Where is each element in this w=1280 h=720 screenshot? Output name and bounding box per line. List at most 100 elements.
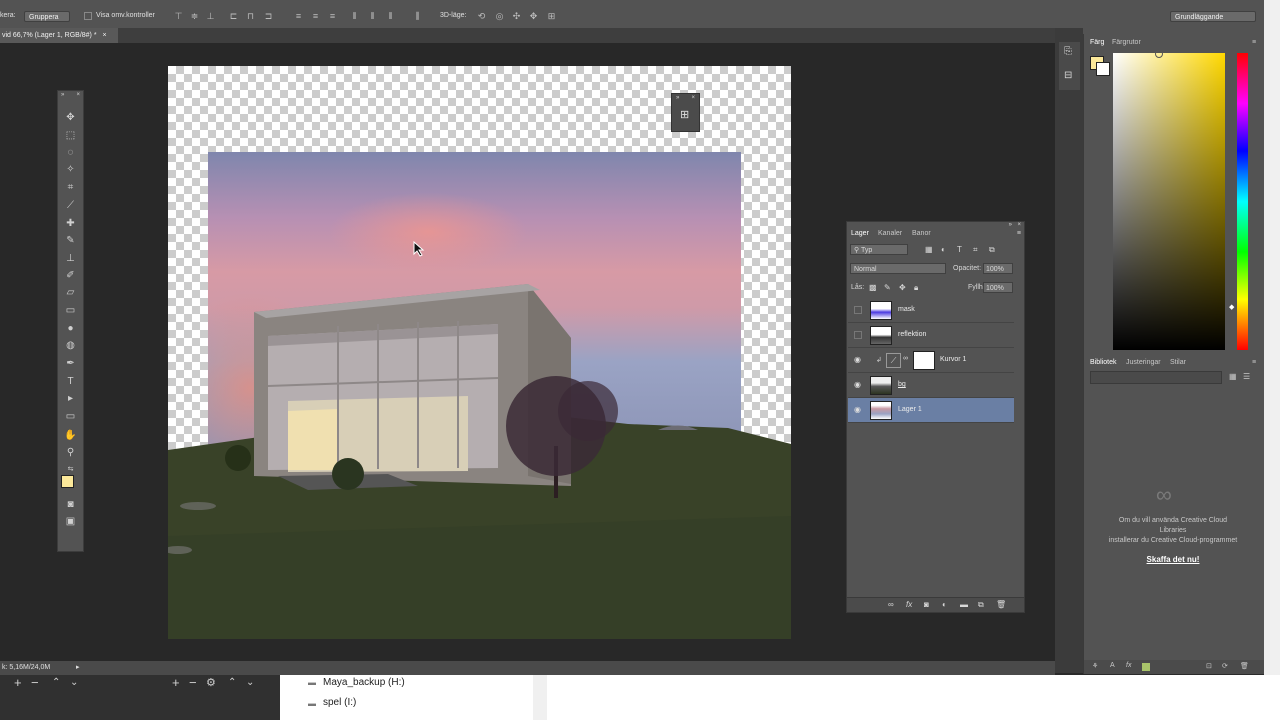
3d-scale-icon[interactable]: ⊞	[547, 12, 556, 21]
new-group-icon[interactable]: ▬	[960, 600, 968, 609]
rectangle-tool-icon[interactable]: ▭	[63, 410, 78, 424]
eye-icon[interactable]: ◉	[854, 406, 862, 414]
scrollbar[interactable]	[533, 675, 547, 720]
hand-tool-icon[interactable]: ✋	[63, 429, 78, 443]
quick-mask-icon[interactable]: ◙	[63, 498, 78, 512]
new-layer-icon[interactable]: ⧉	[978, 600, 984, 610]
add-character-style-icon[interactable]: A	[1110, 662, 1115, 669]
widget-collapse-icon[interactable]: »	[676, 95, 679, 101]
eye-icon[interactable]: ◉	[854, 381, 862, 389]
lock-pixels-icon[interactable]: ✎	[884, 283, 891, 292]
dodge-tool-icon[interactable]: ◍	[63, 339, 78, 353]
tab-libraries[interactable]: Bibliotek	[1090, 359, 1116, 366]
color-picker-handle[interactable]	[1155, 50, 1163, 58]
library-menu-icon[interactable]: ⊡	[1206, 662, 1212, 670]
panel-menu-icon[interactable]: ≡	[1252, 39, 1256, 46]
distribute-hcenter-icon[interactable]: ⫴	[368, 12, 377, 21]
lock-position-icon[interactable]: ✥	[899, 283, 906, 292]
layer-mask-thumbnail[interactable]	[913, 351, 935, 370]
brush-tool-icon[interactable]: ✎	[63, 234, 78, 248]
move-down-icon[interactable]: ⌄	[246, 677, 254, 688]
tab-layers[interactable]: Lager	[851, 230, 869, 237]
pen-tool-icon[interactable]: ✒	[63, 357, 78, 371]
filter-type-icon[interactable]: T	[957, 245, 962, 254]
library-dropdown[interactable]	[1090, 371, 1222, 384]
distribute-right-icon[interactable]: ⫴	[386, 12, 395, 21]
3d-roll-icon[interactable]: ◎	[495, 12, 504, 21]
distribute-left-icon[interactable]: ⫴	[350, 12, 359, 21]
clone-stamp-tool-icon[interactable]: ⊥	[63, 252, 78, 266]
align-right-icon[interactable]: ⊐	[264, 12, 273, 21]
drive-item[interactable]: spel (I:)	[323, 697, 356, 708]
layer-row-mask[interactable]: mask	[848, 298, 1014, 323]
add-graphic-icon[interactable]: ⚘	[1092, 662, 1098, 670]
workspace-dropdown[interactable]: Grundläggande	[1170, 11, 1256, 22]
tab-paths[interactable]: Banor	[912, 230, 931, 237]
remove-icon[interactable]: −	[31, 675, 39, 690]
get-it-now-link[interactable]: Skaffa det nu!	[1084, 555, 1262, 565]
tools-close-icon[interactable]: ×	[76, 92, 80, 98]
layer-filter-dropdown[interactable]: ⚲ Typ	[850, 244, 908, 255]
sync-icon[interactable]: ⟳	[1222, 662, 1228, 670]
lock-transparent-icon[interactable]: ▩	[869, 283, 877, 292]
move-tool-icon[interactable]: ✥	[63, 111, 78, 125]
eye-icon[interactable]: ◉	[854, 356, 862, 364]
eraser-tool-icon[interactable]: ▱	[63, 286, 78, 300]
list-view-icon[interactable]: ☰	[1243, 372, 1250, 381]
foreground-color-swatch[interactable]	[61, 475, 74, 488]
tab-color[interactable]: Färg	[1090, 39, 1104, 46]
3d-slide-icon[interactable]: ✥	[529, 12, 538, 21]
move-down-icon[interactable]: ⌄	[70, 677, 78, 688]
crop-tool-icon[interactable]: ⌗	[63, 181, 78, 195]
marquee-tool-icon[interactable]: ⬚	[63, 129, 78, 143]
visibility-toggle[interactable]	[854, 331, 862, 339]
add-fill-color-icon[interactable]	[1142, 663, 1150, 671]
3d-camera-icon[interactable]: ⊞	[680, 108, 689, 121]
add-mask-icon[interactable]: ◙	[924, 600, 929, 609]
grid-view-icon[interactable]: ▦	[1229, 372, 1237, 381]
history-panel-icon[interactable]: ⎘	[1064, 46, 1072, 57]
screen-mode-icon[interactable]: ▣	[63, 515, 78, 529]
filter-adjustment-icon[interactable]: ◐	[941, 245, 946, 254]
blend-mode-dropdown[interactable]: Normal	[850, 263, 946, 274]
delete-layer-icon[interactable]: 🗑︎	[996, 600, 1006, 609]
move-up-icon[interactable]: ⌃	[52, 677, 60, 688]
filter-pixel-icon[interactable]: ▦	[925, 245, 933, 254]
properties-panel-icon[interactable]: ⊟	[1064, 70, 1072, 81]
blur-tool-icon[interactable]: ●	[63, 322, 78, 336]
align-bottom-icon[interactable]: ⊥	[206, 12, 215, 21]
move-up-icon[interactable]: ⌃	[228, 677, 236, 688]
layer-row-bg[interactable]: ◉ bg	[848, 373, 1014, 398]
tab-adjustments[interactable]: Justeringar	[1126, 359, 1161, 366]
distribute-bottom-icon[interactable]: ≡	[328, 12, 337, 21]
link-layers-icon[interactable]: ∞	[888, 600, 894, 609]
tab-swatches[interactable]: Färgrutor	[1112, 39, 1141, 46]
align-left-icon[interactable]: ⊏	[229, 12, 238, 21]
color-picker-field[interactable]	[1113, 53, 1225, 350]
panel-menu-icon[interactable]: ≡	[1252, 359, 1256, 366]
layer-row-reflektion[interactable]: reflektion	[848, 323, 1014, 348]
hue-slider[interactable]	[1237, 53, 1248, 350]
type-tool-icon[interactable]: T	[63, 375, 78, 389]
layer-row-lager-1[interactable]: ◉ Lager 1	[848, 398, 1014, 423]
distribute-top-icon[interactable]: ≡	[294, 12, 303, 21]
3d-rotate-icon[interactable]: ⟲	[477, 12, 486, 21]
settings-gear-icon[interactable]: ⚙	[206, 676, 216, 689]
tab-channels[interactable]: Kanaler	[878, 230, 902, 237]
zoom-tool-icon[interactable]: ⚲	[63, 446, 78, 460]
add-layer-style-icon[interactable]: fx	[1126, 662, 1131, 669]
tools-collapse-icon[interactable]: »	[61, 92, 64, 98]
auto-align-icon[interactable]: ⫼	[413, 12, 422, 21]
history-brush-tool-icon[interactable]: ✐	[63, 269, 78, 283]
close-tab-icon[interactable]: ×	[103, 32, 107, 39]
background-color-swatch[interactable]	[1096, 62, 1110, 76]
magic-wand-tool-icon[interactable]: ✧	[63, 163, 78, 177]
layers-close-icon[interactable]: ×	[1017, 222, 1021, 228]
eyedropper-tool-icon[interactable]: ⟋	[63, 199, 78, 213]
layer-row-kurvor[interactable]: ◉ ↲ ⟋ ∞ Kurvor 1	[848, 348, 1014, 373]
remove-icon[interactable]: −	[189, 675, 197, 690]
lock-all-icon[interactable]: 🔒︎	[914, 283, 918, 293]
panel-menu-icon[interactable]: ≡	[1017, 230, 1021, 237]
opacity-input[interactable]: 100%	[983, 263, 1013, 274]
fill-input[interactable]: 100%	[983, 282, 1013, 293]
